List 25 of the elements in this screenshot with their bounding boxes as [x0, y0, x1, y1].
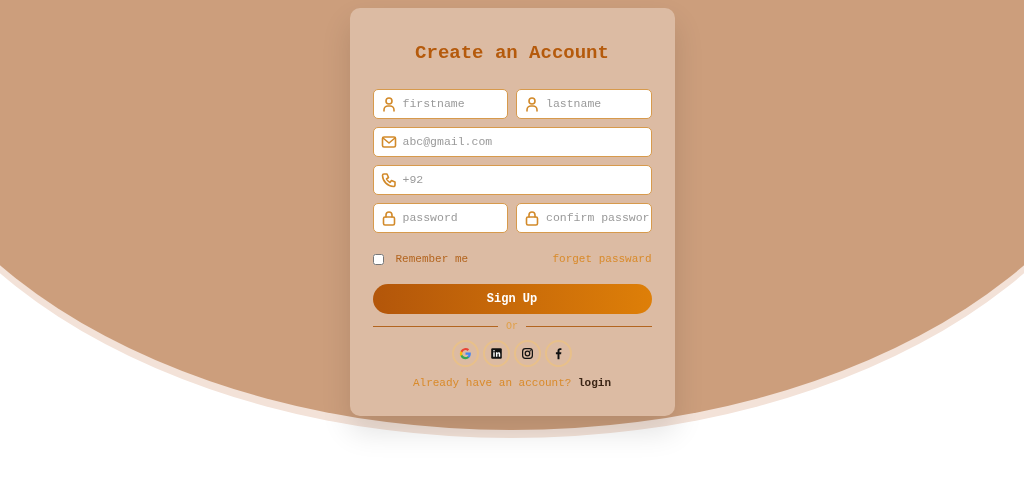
linkedin-icon	[490, 347, 503, 361]
input-field[interactable]: +92	[372, 164, 652, 195]
instagram-icon	[521, 347, 534, 361]
input-field[interactable]: lastname	[516, 88, 652, 119]
user-icon	[380, 95, 397, 112]
remember-checkbox[interactable]	[372, 253, 384, 265]
input-field[interactable]: abc@gmail.com	[372, 126, 652, 157]
google-icon	[459, 347, 472, 361]
remember-label: Remember me	[395, 251, 469, 267]
input-field[interactable]: confirm passwor	[516, 202, 652, 233]
user-icon	[524, 95, 540, 112]
social-login-button[interactable]	[545, 340, 572, 368]
mail-icon	[380, 133, 397, 150]
lock-icon	[524, 209, 540, 226]
phone-icon	[380, 171, 397, 188]
login-prompt: Already have an account?	[412, 377, 573, 390]
login-link[interactable]: login	[578, 377, 611, 390]
social-login-button[interactable]	[514, 340, 541, 368]
input-field[interactable]: firstname	[372, 88, 508, 119]
sign-up-button[interactable]: Sign Up	[372, 284, 652, 315]
divider-label: Or	[506, 320, 518, 335]
form-title: Create an Account	[414, 42, 610, 65]
lock-icon	[380, 209, 397, 226]
input-field[interactable]: password	[372, 202, 508, 233]
social-login-button[interactable]	[483, 340, 510, 368]
